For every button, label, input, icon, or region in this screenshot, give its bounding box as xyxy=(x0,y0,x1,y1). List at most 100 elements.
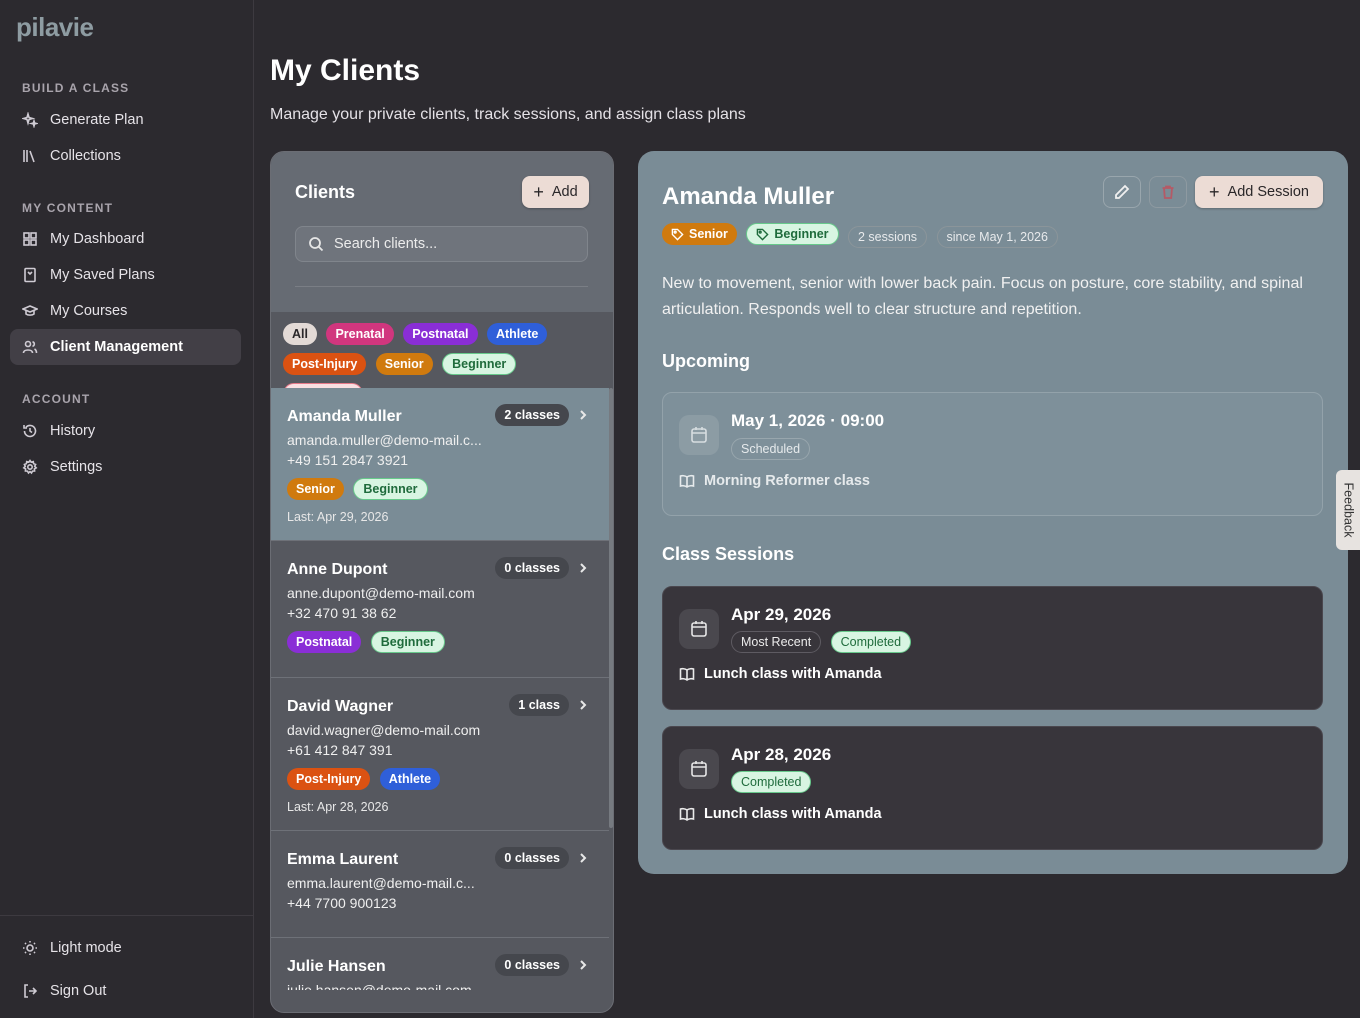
history-icon xyxy=(22,423,38,439)
client-card[interactable]: Emma Laurent 0 classes emma.laurent@demo… xyxy=(271,831,609,938)
clients-title: Clients xyxy=(295,182,356,202)
tag-athlete: Athlete xyxy=(379,768,441,790)
tag-beginner: Beginner xyxy=(353,478,428,500)
sidebar-item-saved-plans[interactable]: My Saved Plans xyxy=(10,257,241,293)
tag-label: Beginner xyxy=(774,227,829,241)
tag-beginner: Beginner xyxy=(746,223,839,245)
session-class-name: Morning Reformer class xyxy=(704,473,870,489)
users-icon xyxy=(22,339,38,355)
upcoming-session-card[interactable]: May 1, 2026 · 09:00 Scheduled Morning Re… xyxy=(662,392,1323,516)
library-icon xyxy=(22,148,38,164)
section-label-content: MY CONTENT xyxy=(22,201,114,215)
filter-athlete[interactable]: Athlete xyxy=(486,323,548,345)
client-tags: Senior Beginner xyxy=(287,478,433,508)
chevron-right-icon xyxy=(577,408,589,420)
app-logo[interactable]: pilavie xyxy=(16,12,94,43)
client-phone: +61 412 847 391 xyxy=(287,742,393,758)
filter-senior[interactable]: Senior xyxy=(375,353,433,375)
search-placeholder: Search clients... xyxy=(334,236,438,252)
gear-icon xyxy=(22,459,38,475)
client-card[interactable]: Amanda Muller 2 classes amanda.muller@de… xyxy=(271,388,609,541)
client-notes: New to movement, senior with lower back … xyxy=(662,275,1303,318)
client-name: Amanda Muller xyxy=(287,408,402,425)
client-card[interactable]: Julie Hansen 0 classes julie.hansen@demo… xyxy=(271,938,609,990)
edit-button[interactable] xyxy=(1103,176,1141,208)
add-client-button[interactable]: + Add xyxy=(522,176,589,208)
client-name: David Wagner xyxy=(287,698,394,715)
session-badges: Most Recent Completed xyxy=(731,631,916,661)
calendar-icon xyxy=(679,609,719,649)
client-detail-tags: Senior Beginner 2 sessions since May 1, … xyxy=(662,223,1063,256)
session-badges: Completed xyxy=(731,771,816,801)
client-email: anne.dupont@demo-mail.com xyxy=(287,585,475,601)
sidebar-item-collections[interactable]: Collections xyxy=(10,138,241,174)
chevron-right-icon xyxy=(577,561,589,573)
tag-senior: Senior xyxy=(287,478,344,500)
sidebar-item-dashboard[interactable]: My Dashboard xyxy=(10,221,241,257)
client-email: julie.hansen@demo-mail.com xyxy=(287,982,472,990)
filter-postnatal[interactable]: Postnatal xyxy=(403,323,478,345)
session-class: Lunch class with Amanda xyxy=(679,806,882,822)
filter-beginner[interactable]: Beginner xyxy=(442,353,517,375)
completed-badge: Completed xyxy=(830,631,912,653)
sidebar-item-courses[interactable]: My Courses xyxy=(10,293,241,329)
book-icon xyxy=(679,807,695,821)
pencil-icon xyxy=(1115,184,1130,199)
most-recent-badge: Most Recent xyxy=(731,631,822,653)
dashboard-icon xyxy=(22,231,38,247)
client-last-session: Last: Apr 28, 2026 xyxy=(287,800,389,814)
sign-out-button[interactable]: Sign Out xyxy=(10,973,241,1009)
filter-post-injury[interactable]: Post-Injury xyxy=(283,353,367,375)
plus-icon: + xyxy=(533,182,544,202)
feedback-label: Feedback xyxy=(1341,482,1355,538)
feedback-tab[interactable]: Feedback xyxy=(1336,470,1360,550)
tag-icon xyxy=(671,228,684,241)
client-card[interactable]: David Wagner 1 class david.wagner@demo-m… xyxy=(271,678,609,831)
class-sessions-heading: Class Sessions xyxy=(662,544,795,564)
completed-badge: Completed xyxy=(731,771,812,793)
filter-all[interactable]: All xyxy=(283,323,317,345)
sidebar-divider xyxy=(0,915,254,916)
class-count-badge: 0 classes xyxy=(495,557,569,579)
client-phone: +32 470 91 38 62 xyxy=(287,605,397,621)
session-class-name: Lunch class with Amanda xyxy=(704,666,882,682)
client-email: amanda.muller@demo-mail.c... xyxy=(287,432,482,448)
sidebar-item-label: Generate Plan xyxy=(50,112,144,128)
class-count-badge: 0 classes xyxy=(495,847,569,869)
add-session-button[interactable]: + Add Session xyxy=(1195,176,1323,208)
delete-button[interactable] xyxy=(1149,176,1187,208)
sidebar-item-label: Client Management xyxy=(50,339,183,355)
client-name: Emma Laurent xyxy=(287,851,399,868)
filter-prenatal[interactable]: Prenatal xyxy=(326,323,394,345)
client-phone: +49 151 2847 3921 xyxy=(287,452,409,468)
sidebar-item-history[interactable]: History xyxy=(10,413,241,449)
client-name: Anne Dupont xyxy=(287,561,388,578)
section-label-build: BUILD A CLASS xyxy=(22,81,130,95)
book-icon xyxy=(679,667,695,681)
sidebar-item-label: Collections xyxy=(50,148,121,164)
scrollbar[interactable] xyxy=(609,388,613,828)
light-mode-toggle[interactable]: Light mode xyxy=(10,930,241,966)
calendar-icon xyxy=(679,749,719,789)
sidebar: pilavie BUILD A CLASS Generate Plan Coll… xyxy=(0,0,254,1018)
add-client-label: Add xyxy=(551,184,578,200)
calendar-icon xyxy=(679,415,719,455)
sidebar-item-client-management[interactable]: Client Management xyxy=(10,329,241,365)
sidebar-item-generate-plan[interactable]: Generate Plan xyxy=(10,102,241,138)
search-input[interactable]: Search clients... xyxy=(295,226,588,262)
book-icon xyxy=(679,474,695,488)
sun-icon xyxy=(22,940,38,956)
client-tags: Post-Injury Athlete xyxy=(287,768,445,798)
client-detail-panel: Amanda Muller + Add Session Senior Begin… xyxy=(638,151,1348,874)
clients-panel: Clients + Add Search clients... All Pren… xyxy=(270,151,614,1013)
upcoming-heading: Upcoming xyxy=(662,351,750,371)
client-card[interactable]: Anne Dupont 0 classes anne.dupont@demo-m… xyxy=(271,541,609,678)
sidebar-item-settings[interactable]: Settings xyxy=(10,449,241,485)
session-class: Morning Reformer class xyxy=(679,473,870,489)
client-email: david.wagner@demo-mail.com xyxy=(287,722,481,738)
session-card[interactable]: Apr 28, 2026 Completed Lunch class with … xyxy=(662,726,1323,850)
tag-post-injury: Post-Injury xyxy=(287,768,371,790)
client-since-badge: since May 1, 2026 xyxy=(936,225,1058,248)
session-card[interactable]: Apr 29, 2026 Most Recent Completed Lunch… xyxy=(662,586,1323,710)
session-badges: Scheduled xyxy=(731,438,815,468)
